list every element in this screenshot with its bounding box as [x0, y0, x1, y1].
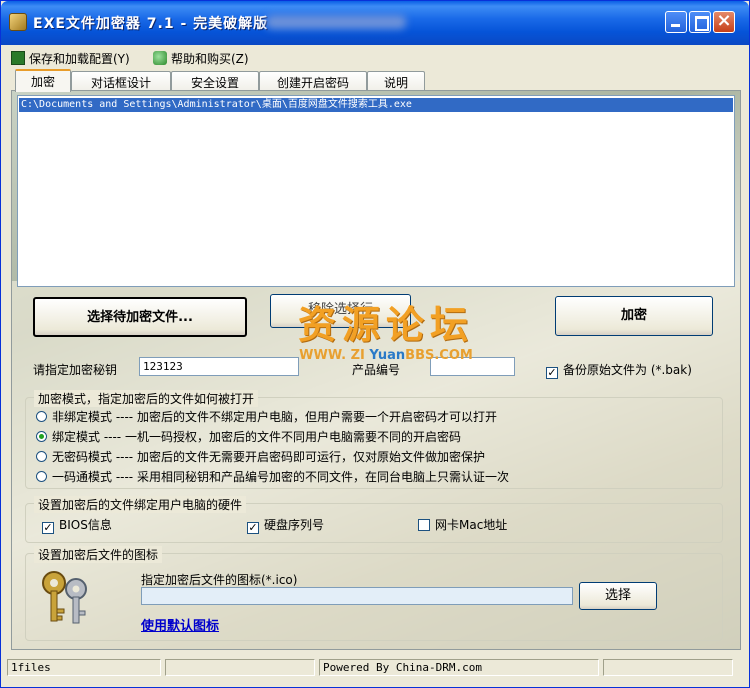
- watermark-url: WWW. ZI YuanBBS.COM: [276, 347, 496, 365]
- key-input[interactable]: 123123: [139, 357, 299, 376]
- tab-help[interactable]: 说明: [367, 71, 425, 91]
- radio-icon[interactable]: [36, 471, 47, 482]
- mode-option-unbound[interactable]: 非绑定模式 ---- 加密后的文件不绑定用户电脑，但用户需要一个开启密码才可以打…: [36, 408, 497, 425]
- maximize-button[interactable]: [689, 11, 711, 33]
- radio-icon[interactable]: [36, 451, 47, 462]
- icon-prompt: 指定加密后文件的图标(*.ico): [141, 573, 298, 587]
- backup-check-icon[interactable]: ✓: [546, 367, 558, 379]
- wm-url-zi: ZI: [350, 348, 365, 363]
- default-icon-link[interactable]: 使用默认图标: [141, 615, 219, 634]
- disk-serial-checkbox[interactable]: ✓ 硬盘序列号: [247, 516, 324, 534]
- file-list[interactable]: C:\Documents and Settings\Administrator\…: [17, 95, 735, 287]
- tab-encrypt[interactable]: 加密: [15, 69, 71, 92]
- app-window: EXE文件加密器 7.1 - 完美破解版 保存和加载配置(Y) 帮助和购买(Z)…: [0, 0, 750, 688]
- wm-url-yuan: Yuan: [369, 348, 406, 363]
- tab-create-password[interactable]: 创建开启密码: [259, 71, 367, 91]
- status-powered-by: Powered By China-DRM.com: [319, 659, 599, 676]
- encrypt-button[interactable]: 加密: [555, 296, 713, 336]
- status-bar: 1files Powered By China-DRM.com: [1, 657, 749, 687]
- mode-group: 加密模式，指定加密后的文件如何被打开 非绑定模式 ---- 加密后的文件不绑定用…: [25, 390, 723, 489]
- file-list-row[interactable]: C:\Documents and Settings\Administrator\…: [19, 98, 733, 112]
- icon-group-title: 设置加密后文件的图标: [34, 546, 163, 563]
- hardware-group: 设置加密后的文件绑定用户电脑的硬件 ✓ BIOS信息 ✓ 硬盘序列号 网卡Mac地址: [25, 496, 723, 543]
- minimize-button[interactable]: [665, 11, 687, 33]
- hardware-group-title: 设置加密后的文件绑定用户电脑的硬件: [34, 496, 247, 513]
- menu-bar: 保存和加载配置(Y) 帮助和购买(Z): [1, 47, 749, 69]
- keys-icon: [9, 13, 27, 31]
- bios-checkbox[interactable]: ✓ BIOS信息: [42, 516, 112, 534]
- choose-icon-button[interactable]: 选择: [579, 582, 657, 610]
- wm-url-bbs: BBS: [405, 348, 435, 363]
- select-files-button[interactable]: 选择待加密文件...: [33, 297, 247, 337]
- radio-icon[interactable]: [36, 411, 47, 422]
- status-middle: [165, 659, 315, 676]
- menu-save-config[interactable]: 保存和加载配置(Y): [11, 50, 130, 68]
- wm-url-suffix: .COM: [434, 348, 473, 363]
- watermark-cn: 资源论坛: [297, 303, 474, 347]
- check-icon[interactable]: ✓: [42, 522, 54, 534]
- icon-path-input[interactable]: [141, 587, 573, 605]
- save-icon: [11, 51, 25, 65]
- tab-security[interactable]: 安全设置: [171, 71, 259, 91]
- mode-option-onecode[interactable]: 一码通模式 ---- 采用相同秘钥和产品编号加密的不同文件，在同台电脑上只需认证…: [36, 468, 509, 485]
- mode-option-nopassword[interactable]: 无密码模式 ---- 加密后的文件无需要开启密码即可运行，仅对原始文件做加密保护: [36, 448, 485, 465]
- unchecked-box-icon[interactable]: [418, 519, 430, 531]
- window-title: EXE文件加密器 7.1 - 完美破解版: [33, 16, 269, 32]
- tab-dialog-design[interactable]: 对话框设计: [71, 71, 171, 91]
- mac-checkbox[interactable]: 网卡Mac地址: [418, 516, 507, 533]
- status-right: [603, 659, 733, 676]
- title-bar[interactable]: EXE文件加密器 7.1 - 完美破解版: [1, 1, 749, 45]
- check-icon[interactable]: ✓: [247, 522, 259, 534]
- keys-icon: [42, 571, 87, 624]
- backup-checkbox[interactable]: ✓ 备份原始文件为 (*.bak): [546, 361, 692, 379]
- status-file-count: 1files: [7, 659, 161, 676]
- mode-option-bound[interactable]: 绑定模式 ---- 一机一码授权，加密后的文件不同用户电脑需要不同的开启密码: [36, 428, 461, 445]
- wm-url-prefix: WWW.: [299, 348, 347, 363]
- watermark-logo: 资源论坛 WWW. ZI YuanBBS.COM: [276, 303, 496, 369]
- menu-help-buy[interactable]: 帮助和购买(Z): [153, 50, 249, 68]
- blurred-contact: [266, 15, 406, 29]
- help-icon: [153, 51, 167, 65]
- close-button[interactable]: [713, 11, 735, 33]
- encrypt-panel: C:\Documents and Settings\Administrator\…: [11, 90, 741, 650]
- key-label: 请指定加密秘钥: [33, 363, 118, 377]
- radio-selected-icon[interactable]: [36, 431, 47, 442]
- mode-group-title: 加密模式，指定加密后的文件如何被打开: [34, 390, 259, 407]
